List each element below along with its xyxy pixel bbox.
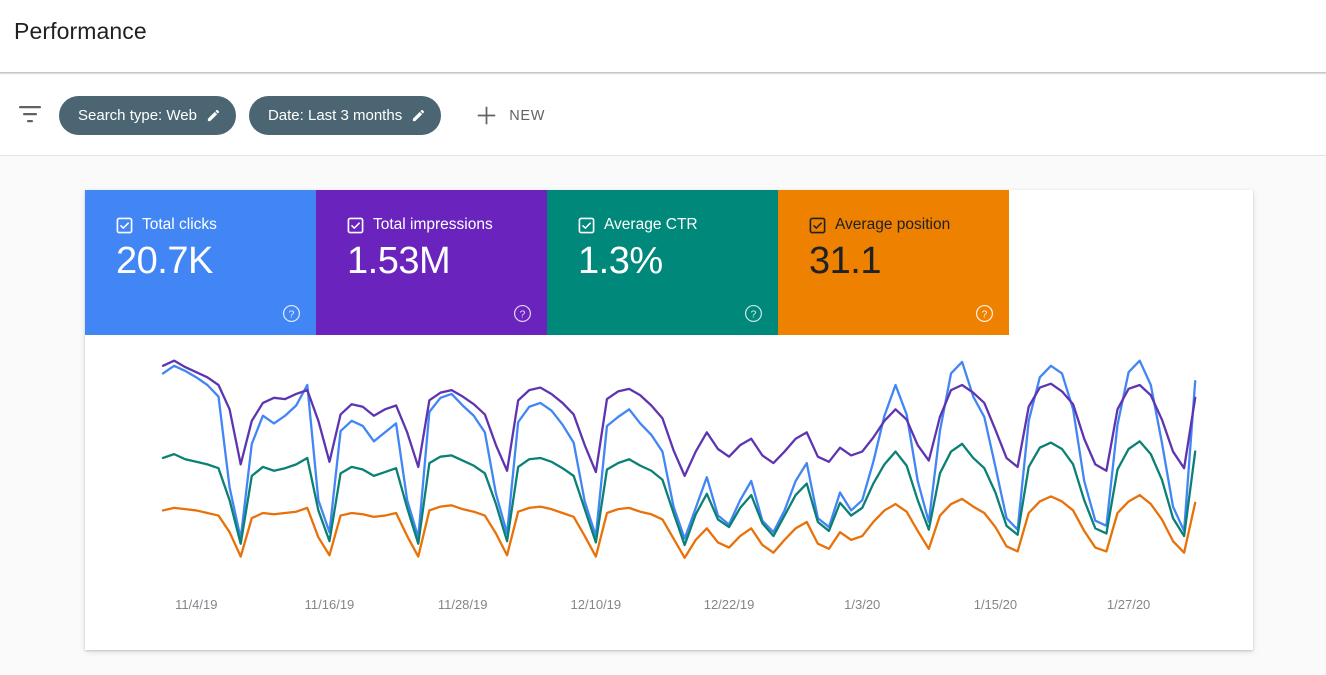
help-icon[interactable]: ? bbox=[975, 304, 994, 323]
metric-card-title: Total clicks bbox=[142, 216, 217, 234]
plus-icon bbox=[476, 105, 497, 126]
help-icon[interactable]: ? bbox=[513, 304, 532, 323]
metric-card-title: Total impressions bbox=[373, 216, 493, 234]
svg-text:?: ? bbox=[520, 309, 526, 320]
checkbox-checked-icon[interactable] bbox=[347, 217, 364, 234]
chart-x-tick-label: 1/15/20 bbox=[974, 597, 1017, 612]
metric-card-value: 31.1 bbox=[809, 241, 1009, 282]
metric-card-average-position[interactable]: Average position 31.1 ? bbox=[778, 190, 1009, 335]
svg-text:?: ? bbox=[751, 309, 757, 320]
pencil-icon[interactable] bbox=[411, 108, 426, 123]
chart-x-tick-label: 11/16/19 bbox=[305, 597, 355, 612]
metric-card-average-ctr[interactable]: Average CTR 1.3% ? bbox=[547, 190, 778, 335]
metric-card-total-impressions[interactable]: Total impressions 1.53M ? bbox=[316, 190, 547, 335]
metric-card-total-clicks[interactable]: Total clicks 20.7K ? bbox=[85, 190, 316, 335]
svg-text:?: ? bbox=[289, 309, 295, 320]
performance-panel: Total clicks 20.7K ? bbox=[85, 190, 1253, 650]
filter-chip-search-type-label: Search type: Web bbox=[78, 107, 197, 124]
checkbox-checked-icon[interactable] bbox=[809, 217, 826, 234]
chart-x-axis: 11/4/19 11/16/19 11/28/19 12/10/19 12/22/19 1… bbox=[85, 597, 1253, 627]
chart-x-tick-label: 12/22/19 bbox=[704, 597, 755, 612]
filter-chip-search-type[interactable]: Search type: Web bbox=[59, 96, 236, 135]
chart-x-tick-label: 1/27/20 bbox=[1107, 597, 1150, 612]
pencil-icon[interactable] bbox=[206, 108, 221, 123]
filter-chip-date-label: Date: Last 3 months bbox=[268, 107, 402, 124]
filter-list-icon[interactable] bbox=[18, 104, 42, 124]
filter-chip-group: Search type: Web Date: Last 3 months bbox=[59, 96, 545, 135]
page-title: Performance bbox=[14, 18, 147, 45]
performance-page: Performance Search type: Web Date: Last … bbox=[0, 0, 1326, 675]
chart-x-tick-label: 11/4/19 bbox=[175, 597, 217, 612]
metric-card-value: 20.7K bbox=[116, 241, 316, 282]
metric-card-value: 1.3% bbox=[578, 241, 778, 282]
chart-x-tick-label: 11/28/19 bbox=[438, 597, 488, 612]
help-icon[interactable]: ? bbox=[282, 304, 301, 323]
add-new-filter-button[interactable]: NEW bbox=[476, 105, 545, 126]
metric-card-title: Average position bbox=[835, 216, 950, 234]
metric-card-value: 1.53M bbox=[347, 241, 547, 282]
metric-card-title: Average CTR bbox=[604, 216, 698, 234]
metric-card-header: Average CTR bbox=[578, 216, 778, 234]
metric-card-header: Total clicks bbox=[116, 216, 316, 234]
content-area: Total clicks 20.7K ? bbox=[0, 156, 1326, 675]
chart-x-tick-label: 12/10/19 bbox=[571, 597, 622, 612]
performance-chart: 11/4/19 11/16/19 11/28/19 12/10/19 12/22/19 1… bbox=[85, 335, 1253, 650]
svg-text:?: ? bbox=[982, 309, 988, 320]
checkbox-checked-icon[interactable] bbox=[116, 217, 133, 234]
help-icon[interactable]: ? bbox=[744, 304, 763, 323]
filter-chip-date[interactable]: Date: Last 3 months bbox=[249, 96, 441, 135]
chart-x-tick-label: 1/3/20 bbox=[844, 597, 880, 612]
page-header: Performance bbox=[0, 0, 1326, 73]
metric-card-header: Total impressions bbox=[347, 216, 547, 234]
add-new-filter-label: NEW bbox=[509, 108, 545, 124]
checkbox-checked-icon[interactable] bbox=[578, 217, 595, 234]
metric-card-row: Total clicks 20.7K ? bbox=[85, 190, 1009, 335]
performance-chart-svg[interactable] bbox=[85, 335, 1253, 595]
metric-card-header: Average position bbox=[809, 216, 1009, 234]
